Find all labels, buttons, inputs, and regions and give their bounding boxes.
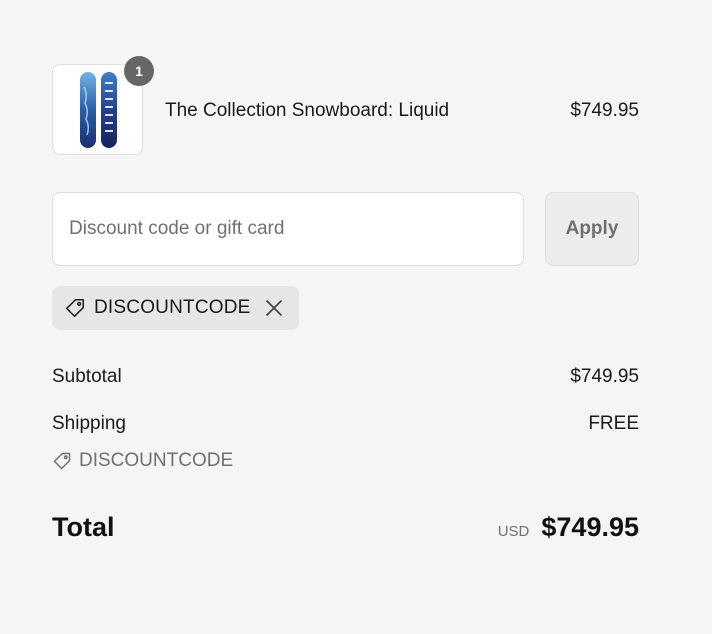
shipping-discount-note: DISCOUNTCODE [52, 450, 233, 472]
shipping-row: Shipping FREE [52, 413, 639, 435]
total-value: USD $749.95 [498, 512, 639, 543]
close-icon [265, 300, 282, 316]
product-price: $749.95 [570, 100, 639, 121]
applied-code-label: DISCOUNTCODE [94, 297, 251, 318]
applied-discount-chip: DISCOUNTCODE [52, 286, 299, 330]
quantity-badge: 1 [124, 56, 154, 86]
total-label: Total [52, 512, 115, 542]
currency-code: USD [497, 523, 530, 540]
discount-code-input[interactable] [52, 192, 524, 266]
snowboard-image [80, 72, 117, 148]
line-item: 1 The Collection Snowboard: Liquid $749.… [52, 56, 639, 156]
subtotal-label: Subtotal [52, 366, 122, 387]
subtotal-value: $749.95 [570, 366, 639, 387]
tag-icon [52, 451, 72, 471]
tag-icon [64, 297, 86, 319]
shipping-label: Shipping [52, 413, 126, 434]
apply-button[interactable]: Apply [545, 192, 639, 266]
shipping-discount-code: DISCOUNTCODE [79, 450, 234, 471]
total-amount: $749.95 [541, 512, 639, 542]
shipping-value: FREE [588, 413, 639, 434]
subtotal-row: Subtotal $749.95 [52, 366, 639, 388]
product-name: The Collection Snowboard: Liquid [165, 100, 450, 121]
remove-discount-button[interactable] [263, 297, 285, 319]
